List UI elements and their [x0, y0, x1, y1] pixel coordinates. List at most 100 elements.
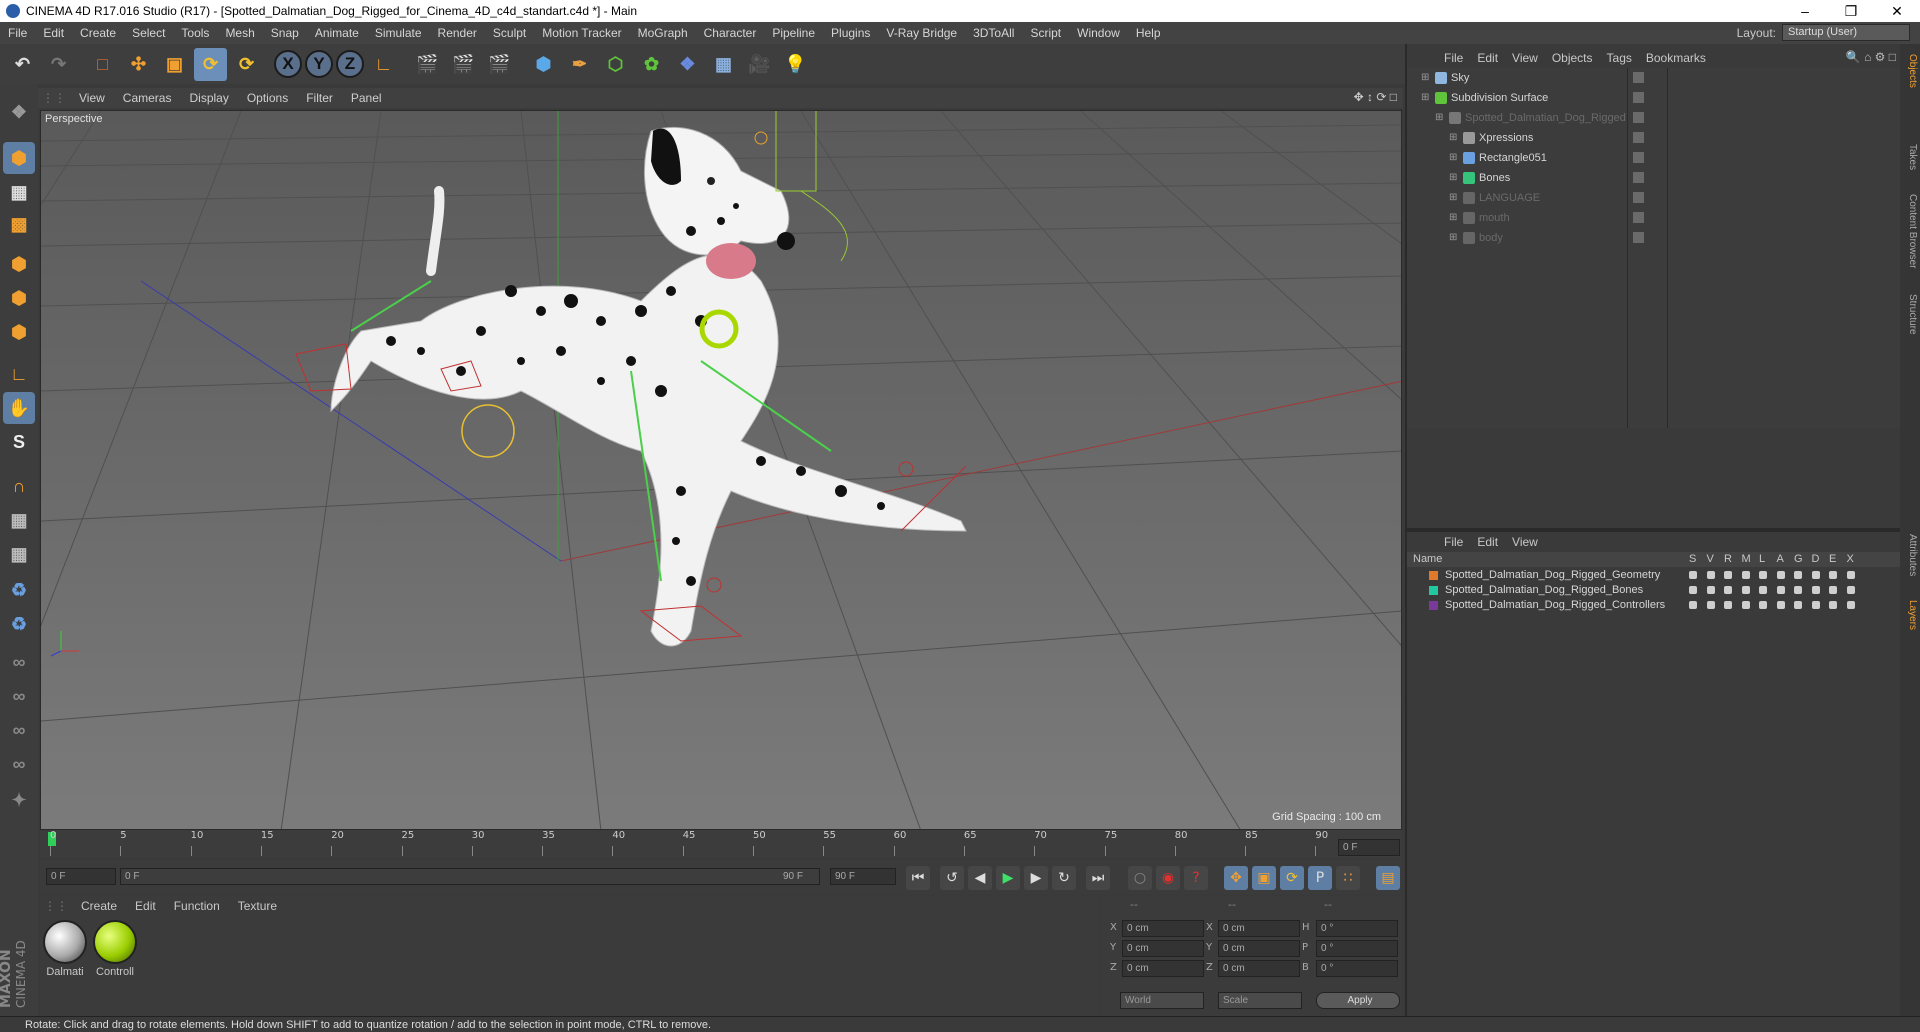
light-icon[interactable]: 💡 [779, 48, 812, 81]
object-name[interactable]: Xpressions [1479, 128, 1533, 148]
coord-value-field[interactable]: 0 ° [1316, 940, 1398, 957]
layer-row[interactable]: Spotted_Dalmatian_Dog_Rigged_Bones [1407, 583, 1902, 598]
move-icon[interactable]: ✣ [122, 48, 155, 81]
menu-snap[interactable]: Snap [263, 26, 307, 40]
layer-menu-edit[interactable]: Edit [1470, 535, 1505, 549]
joint-tool-icon[interactable]: ✦ [3, 784, 35, 816]
material-menu-create[interactable]: Create [72, 899, 126, 913]
object-menu-file[interactable]: File [1437, 51, 1470, 65]
python-script-2-icon[interactable]: ♻ [3, 608, 35, 640]
scale-icon[interactable]: ▣ [158, 48, 191, 81]
object-menu-edit[interactable]: Edit [1470, 51, 1505, 65]
key-point-level-icon[interactable]: ∷ [1336, 866, 1360, 890]
layer-column-header[interactable]: G [1794, 552, 1803, 567]
rotate-icon[interactable]: ⟳ [194, 47, 227, 81]
material-swatch-controller[interactable]: Controll [92, 920, 138, 978]
layer-column-header[interactable]: A [1777, 552, 1784, 567]
go-to-start-icon[interactable]: ⏮ [906, 866, 930, 890]
tweak-mode-icon[interactable]: ✋ [3, 392, 35, 424]
visibility-toggle-icon[interactable] [1633, 92, 1644, 103]
layer-flag-icon[interactable] [1724, 601, 1732, 609]
layer-flag-icon[interactable] [1794, 571, 1802, 579]
layer-flag-icon[interactable] [1689, 571, 1697, 579]
expand-toggle-icon[interactable]: ⊞ [1449, 208, 1457, 228]
object-manager-tool-icons[interactable]: 🔍 ⌂ ⚙ □ [1846, 50, 1896, 64]
visibility-toggle-icon[interactable] [1633, 132, 1644, 143]
render-settings-icon[interactable]: 🎬 [483, 48, 516, 81]
key-scale-icon[interactable]: ▣ [1252, 866, 1276, 890]
layer-flag-icon[interactable] [1846, 571, 1855, 579]
y-axis-lock-icon[interactable]: Y [305, 50, 333, 78]
layer-flag-icon[interactable] [1689, 586, 1697, 594]
pen-spline-icon[interactable]: ✒ [563, 48, 596, 81]
camera-icon[interactable]: 🎥 [743, 48, 776, 81]
key-parameter-icon[interactable]: P [1308, 866, 1332, 890]
minimize-icon[interactable]: – [1782, 3, 1828, 19]
layer-column-header[interactable]: X [1847, 552, 1854, 567]
layer-flag-icon[interactable] [1811, 586, 1820, 594]
layer-flag-icon[interactable] [1776, 586, 1785, 594]
layer-name[interactable]: Spotted_Dalmatian_Dog_Rigged_Bones [1445, 583, 1643, 598]
layer-flag-icon[interactable] [1829, 601, 1837, 609]
array-icon[interactable]: ✿ [635, 48, 668, 81]
layer-column-header[interactable]: M [1742, 552, 1751, 567]
expand-toggle-icon[interactable]: ⊞ [1449, 148, 1457, 168]
expand-toggle-icon[interactable]: ⊞ [1449, 188, 1457, 208]
python-script-icon[interactable]: ♻ [3, 574, 35, 606]
material-menu-edit[interactable]: Edit [126, 899, 165, 913]
apply-button[interactable]: Apply [1316, 992, 1400, 1009]
object-name[interactable]: LANGUAGE [1479, 188, 1540, 208]
model-mode-icon[interactable]: ⬢ [3, 142, 35, 174]
visibility-toggle-icon[interactable] [1633, 172, 1644, 183]
object-row[interactable]: ⊞ LANGUAGE [1407, 188, 1902, 208]
layer-flag-icon[interactable] [1846, 601, 1855, 609]
x-axis-lock-icon[interactable]: X [274, 50, 302, 78]
object-name[interactable]: Rectangle051 [1479, 148, 1547, 168]
menu-motion-tracker[interactable]: Motion Tracker [534, 26, 629, 40]
coord-space-dropdown[interactable]: World [1120, 992, 1204, 1009]
layer-flag-icon[interactable] [1706, 586, 1715, 594]
axis-mode-icon[interactable]: ∟ [3, 358, 35, 390]
layer-flag-icon[interactable] [1846, 586, 1855, 594]
deformer-icon[interactable]: ❖ [671, 48, 704, 81]
coord-mode-dropdown[interactable]: Scale [1218, 992, 1302, 1009]
undo-icon[interactable]: ↶ [6, 48, 39, 81]
object-row[interactable]: ⊞ Rectangle051 [1407, 148, 1902, 168]
object-menu-bookmarks[interactable]: Bookmarks [1639, 51, 1713, 65]
floor-icon[interactable]: ▦ [707, 48, 740, 81]
viewport-menu-cameras[interactable]: Cameras [114, 91, 181, 105]
record-active-objects-icon[interactable]: ◉ [1156, 866, 1180, 890]
side-tab-takes[interactable]: Takes [1902, 144, 1918, 170]
next-frame-icon[interactable]: ▶ [1024, 866, 1048, 890]
layer-flag-icon[interactable] [1829, 571, 1837, 579]
layer-flag-icon[interactable] [1811, 601, 1820, 609]
menu-3dtoall[interactable]: 3DToAll [965, 26, 1022, 40]
object-name[interactable]: Bones [1479, 168, 1510, 188]
layer-menu-file[interactable]: File [1437, 535, 1470, 549]
layer-flag-icon[interactable] [1741, 601, 1750, 609]
menu-sculpt[interactable]: Sculpt [485, 26, 534, 40]
coord-value-field[interactable]: 0 cm [1218, 960, 1300, 977]
layer-flag-icon[interactable] [1689, 601, 1697, 609]
material-menu-texture[interactable]: Texture [229, 899, 286, 913]
visibility-toggle-icon[interactable] [1633, 232, 1644, 243]
side-tab-structure[interactable]: Structure [1902, 294, 1918, 335]
menu-mesh[interactable]: Mesh [217, 26, 262, 40]
menu-script[interactable]: Script [1022, 26, 1069, 40]
go-to-end-icon[interactable]: ⏭ [1086, 866, 1110, 890]
ik-tool-icon[interactable]: ∞ [3, 646, 35, 678]
layer-flag-icon[interactable] [1741, 571, 1750, 579]
menu-render[interactable]: Render [430, 26, 485, 40]
locked-workplane-icon[interactable]: ▦ [3, 504, 35, 536]
layer-row[interactable]: Spotted_Dalmatian_Dog_Rigged_Controllers [1407, 598, 1902, 613]
object-name[interactable]: Spotted_Dalmatian_Dog_Rigged [1465, 108, 1626, 128]
layer-column-header[interactable]: D [1812, 552, 1820, 567]
rig-tool-icon[interactable]: ∞ [3, 714, 35, 746]
layer-flag-icon[interactable] [1794, 586, 1802, 594]
viewport-menu-panel[interactable]: Panel [342, 91, 391, 105]
object-name[interactable]: Sky [1451, 68, 1469, 88]
object-name[interactable]: mouth [1479, 208, 1510, 228]
viewport-menu-options[interactable]: Options [238, 91, 297, 105]
coordinate-system-icon[interactable]: ∟ [367, 48, 400, 81]
material-swatch-dalmatian[interactable]: Dalmati [42, 920, 88, 978]
